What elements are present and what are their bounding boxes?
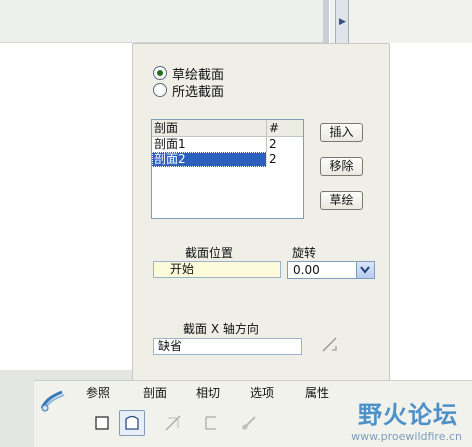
chevron-right-icon: ▶ (339, 17, 346, 27)
app-toolbar-area (0, 0, 324, 43)
chevron-down-icon[interactable] (356, 262, 374, 278)
surface-icon[interactable] (119, 410, 145, 436)
rotation-value: 0.00 (293, 263, 320, 277)
watermark-url: www.proewildfire.cn (351, 430, 462, 443)
tab-options[interactable]: 选项 (250, 384, 274, 402)
section-position-label: 截面位置 (185, 246, 234, 260)
section-name: 剖面1 (152, 137, 267, 152)
column-header-section[interactable]: 剖面 (152, 120, 267, 136)
remove-material-icon[interactable] (236, 410, 262, 436)
tab-sections[interactable]: 剖面 (143, 384, 167, 402)
radio-button[interactable] (153, 83, 167, 97)
tab-references[interactable]: 参照 (86, 384, 110, 402)
sketch-button[interactable]: 草绘 (320, 191, 363, 210)
thicken-icon[interactable] (198, 410, 224, 436)
flip-direction-icon[interactable] (320, 334, 340, 354)
panel-collapse-handle[interactable]: ▶ (335, 0, 349, 43)
solid-icon[interactable] (89, 410, 115, 436)
radio-selected-section[interactable]: 所选截面 (153, 81, 225, 100)
list-header: 剖面 # (152, 120, 303, 137)
sections-list[interactable]: 剖面 # 剖面1 2 剖面2 2 (151, 119, 304, 219)
radio-button[interactable] (153, 66, 167, 80)
remove-button[interactable]: 移除 (320, 157, 363, 176)
cut-icon[interactable] (160, 410, 186, 436)
rotation-label: 旋转 (292, 246, 317, 260)
tab-properties[interactable]: 属性 (305, 384, 329, 402)
section-name: 剖面2 (152, 152, 267, 167)
radio-sketched-section[interactable]: 草绘截面 (153, 64, 224, 83)
x-axis-direction-field[interactable]: 缺省 (153, 338, 302, 355)
column-header-number[interactable]: # (267, 120, 279, 136)
rotation-select[interactable]: 0.00 (287, 261, 375, 279)
section-number: 2 (269, 152, 277, 166)
section-position-field[interactable]: 开始 (153, 261, 281, 278)
swept-blend-icon (38, 386, 68, 416)
list-item-selected[interactable]: 剖面2 2 (152, 152, 303, 167)
list-item[interactable]: 剖面1 2 (152, 137, 303, 152)
section-number: 2 (269, 137, 277, 151)
watermark-logo: 野火论坛 (358, 401, 458, 429)
tab-tangency[interactable]: 相切 (196, 384, 220, 402)
x-axis-direction-label: 截面 X 轴方向 (183, 322, 259, 336)
right-panel-area (330, 0, 472, 43)
radio-label: 所选截面 (172, 84, 225, 100)
insert-button[interactable]: 插入 (320, 123, 363, 142)
